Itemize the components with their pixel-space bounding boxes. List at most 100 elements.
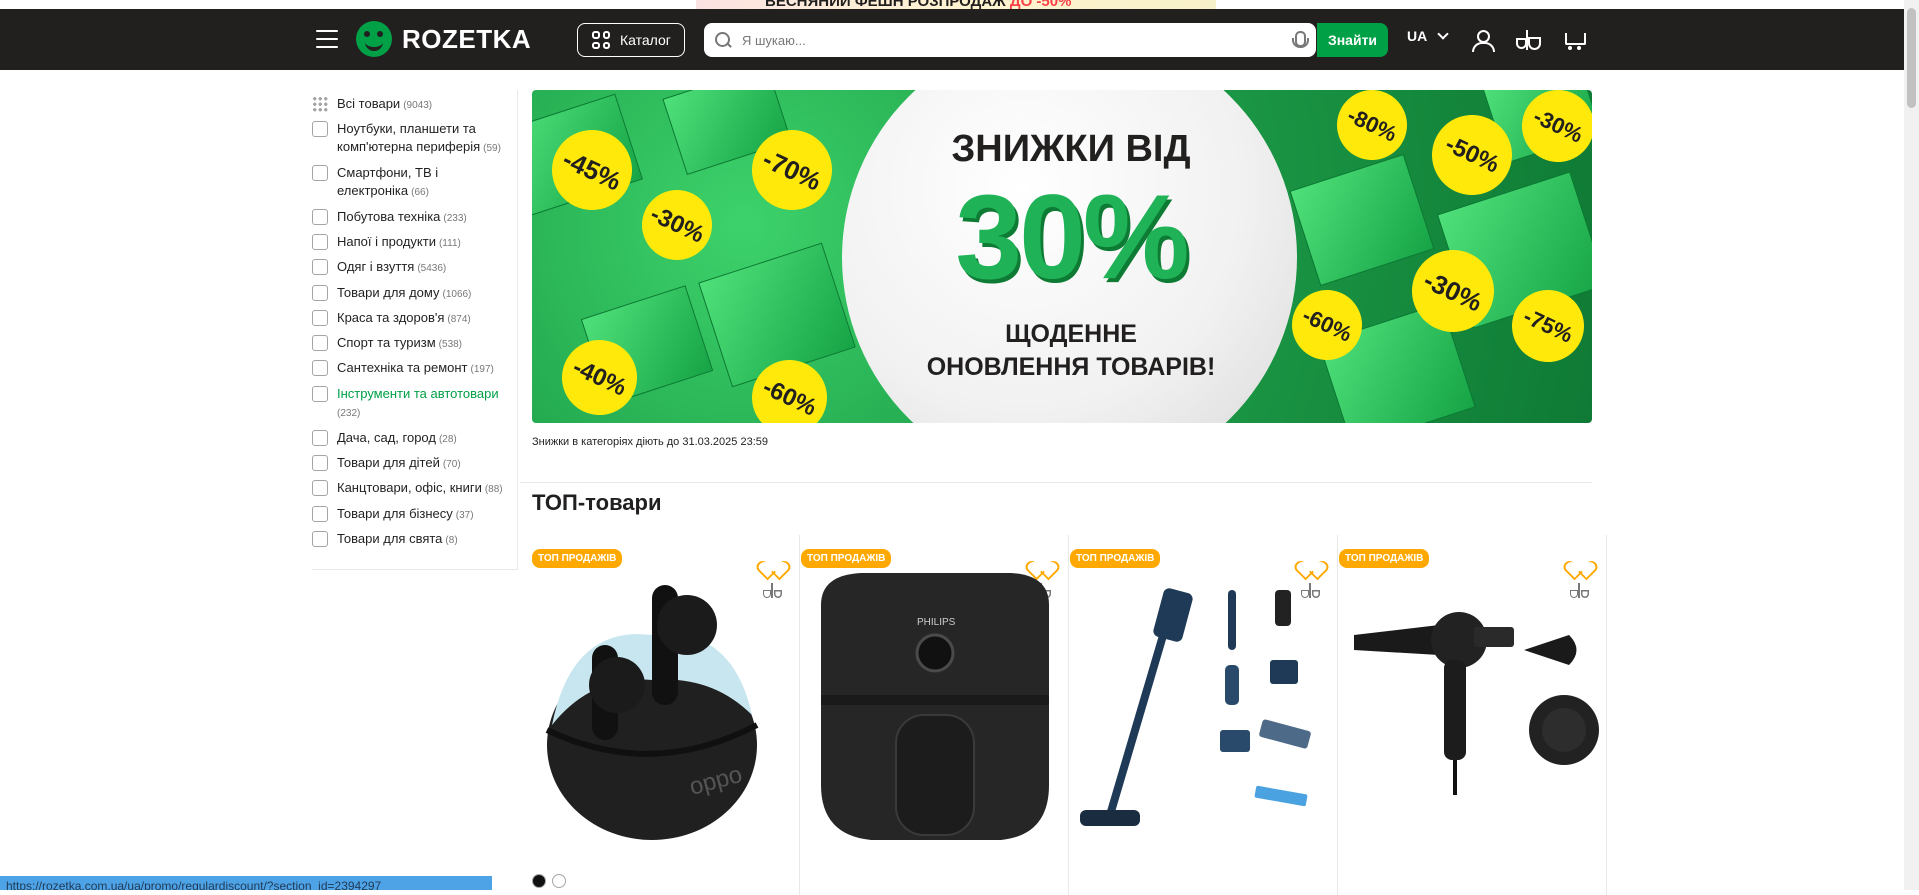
language-label: UA	[1407, 28, 1428, 44]
sidebar-item-label: Краса та здоров'я	[337, 310, 445, 325]
sidebar-item-sport[interactable]: Спорт та туризм (538)	[312, 334, 518, 354]
garden-icon	[312, 430, 328, 446]
sidebar-item-stationery[interactable]: Канцтовари, офіс, книги (88)	[312, 479, 518, 499]
sidebar-item-label: Дача, сад, город	[337, 430, 436, 445]
sidebar-item-count: (9043)	[403, 100, 433, 111]
promo-strip[interactable]: ВЕСНЯНИЙ ФЕШН РОЗПРОДАЖ ДО -50%	[0, 0, 1904, 9]
sidebar-item-kids[interactable]: Товари для дітей (70)	[312, 454, 518, 474]
sport-icon	[312, 335, 328, 351]
sidebar-item-count: (233)	[443, 213, 467, 224]
sidebar-item-count: (197)	[470, 364, 494, 375]
rozetka-logo[interactable]: ROZETKA	[356, 21, 531, 57]
sidebar-item-label: Спорт та туризм	[337, 335, 436, 350]
tshirt-icon	[312, 259, 328, 275]
sidebar-item-garden[interactable]: Дача, сад, город (28)	[312, 429, 518, 449]
sidebar-item-plumbing[interactable]: Сантехніка та ремонт (197)	[312, 359, 518, 379]
sidebar-item-label: Напої і продукти	[337, 234, 436, 249]
sidebar-item-count: (232)	[337, 408, 361, 419]
product-image-cordless-vacuum[interactable]	[1070, 565, 1338, 855]
sidebar-item-count: (1066)	[442, 289, 472, 300]
swatch-white[interactable]	[552, 874, 566, 888]
swatch-black[interactable]	[532, 874, 546, 888]
washing-machine-icon	[312, 209, 328, 225]
sidebar-item-tools[interactable]: Інструменти та автотовари (232)	[312, 385, 518, 423]
product-card[interactable]: ТОП ПРОДАЖІВ PHILIPS	[801, 535, 1069, 895]
sidebar-item-label: Ноутбуки, планшети та комп'ютерна перифе…	[337, 121, 481, 154]
product-image-philips-airfryer[interactable]: PHILIPS	[801, 565, 1069, 855]
sidebar-item-label: Товари для свята	[337, 531, 443, 546]
sidebar-item-count: (37)	[455, 510, 474, 521]
sidebar-item-drinks[interactable]: Напої і продукти (111)	[312, 233, 518, 253]
microphone-icon[interactable]	[1291, 31, 1309, 50]
search-icon	[714, 31, 732, 49]
scrollbar-thumb[interactable]	[1907, 8, 1916, 108]
catalog-button[interactable]: Каталог	[577, 23, 685, 57]
grid-icon	[312, 96, 328, 112]
sidebar-item-label: Товари для дітей	[337, 455, 440, 470]
search-input[interactable]	[742, 32, 1282, 48]
catalog-button-label: Каталог	[620, 32, 671, 48]
color-swatches	[532, 874, 572, 888]
kids-icon	[312, 455, 328, 471]
sidebar-item-all-goods[interactable]: Всі товари (9043)	[312, 95, 518, 115]
brand-name: ROZETKA	[402, 23, 532, 54]
sidebar-item-count: (28)	[438, 434, 457, 445]
sidebar-item-clothes[interactable]: Одяг і взуття (5436)	[312, 258, 518, 278]
product-card[interactable]: ТОП ПРОДАЖІВ	[1339, 535, 1607, 895]
compare-icon[interactable]	[1515, 29, 1539, 51]
page-scrollbar[interactable]	[1904, 0, 1919, 890]
barcode-icon	[312, 506, 328, 522]
banner-subtitle: ЩОДЕННЕ ОНОВЛЕННЯ ТОВАРІВ!	[926, 320, 1216, 381]
sidebar-item-label: Інструменти та автотовари	[337, 386, 499, 401]
sidebar-item-label: Одяг і взуття	[337, 259, 415, 274]
sidebar-item-count: (66)	[411, 187, 429, 198]
sidebar-item-count: (59)	[483, 143, 501, 154]
language-selector[interactable]: UA	[1407, 28, 1449, 44]
svg-text:PHILIPS: PHILIPS	[917, 617, 956, 628]
promo-banner[interactable]: -45% -30% -70% -40% -60% -80% -50% -30% …	[532, 90, 1592, 423]
sidebar-item-label: Сантехніка та ремонт	[337, 360, 468, 375]
category-sidebar: Всі товари (9043) Ноутбуки, планшети та к…	[312, 90, 518, 570]
search-box	[704, 23, 1316, 57]
sidebar-item-holiday[interactable]: Товари для свята (8)	[312, 530, 518, 550]
chevron-down-icon	[1437, 28, 1449, 40]
banner-discount-value: 30%	[955, 170, 1189, 304]
smiley-logo-icon	[356, 21, 392, 57]
sofa-icon	[312, 285, 328, 301]
section-divider	[520, 482, 1592, 483]
plumbing-icon	[312, 360, 328, 376]
sidebar-item-count: (70)	[442, 459, 461, 470]
banner-line1: ЗНИЖКИ ВІД	[951, 128, 1191, 170]
search-button[interactable]: Знайти	[1317, 23, 1388, 57]
product-image-hair-dryer[interactable]	[1339, 565, 1607, 855]
sidebar-item-beauty[interactable]: Краса та здоров'я (874)	[312, 309, 518, 329]
top-products-title: ТОП-товари	[532, 490, 662, 515]
sidebar-item-count: (874)	[447, 314, 471, 325]
smartphone-icon	[312, 165, 328, 181]
product-card[interactable]: ТОП ПРОДАЖІВ	[1070, 535, 1338, 895]
sidebar-item-home[interactable]: Товари для дому (1066)	[312, 284, 518, 304]
sidebar-item-smartphones[interactable]: Смартфони, ТВ і електроніка (66)	[312, 164, 518, 202]
menu-burger-icon[interactable]	[316, 30, 338, 48]
user-icon[interactable]	[1470, 29, 1495, 52]
stationery-icon	[312, 480, 328, 496]
sidebar-item-label: Всі товари	[337, 96, 401, 111]
sidebar-item-business[interactable]: Товари для бізнесу (37)	[312, 505, 518, 525]
sidebar-item-count: (88)	[484, 484, 503, 495]
sidebar-item-count: (111)	[438, 238, 461, 249]
sidebar-item-label: Канцтовари, офіс, книги	[337, 480, 482, 495]
cart-icon[interactable]	[1562, 29, 1586, 51]
sidebar-item-appliances[interactable]: Побутова техніка (233)	[312, 208, 518, 228]
product-image-oppo-earbuds[interactable]: oppo	[532, 565, 800, 855]
promo-strip-text: ВЕСНЯНИЙ ФЕШН РОЗПРОДАЖ ДО -50%	[765, 0, 1072, 9]
sidebar-item-count: (8)	[445, 535, 458, 546]
sidebar-item-laptops[interactable]: Ноутбуки, планшети та комп'ютерна перифе…	[312, 120, 518, 158]
sidebar-item-count: (538)	[438, 339, 463, 350]
sidebar-item-label: Побутова техніка	[337, 209, 441, 224]
catalog-grid-icon	[592, 31, 610, 49]
banner-note: Знижки в категоріях діють до 31.03.2025 …	[532, 436, 768, 448]
product-card[interactable]: ТОП ПРОДАЖІВ oppo	[532, 535, 800, 895]
drinks-icon	[312, 234, 328, 250]
sidebar-item-label: Товари для дому	[337, 285, 440, 300]
laptop-icon	[312, 121, 328, 137]
